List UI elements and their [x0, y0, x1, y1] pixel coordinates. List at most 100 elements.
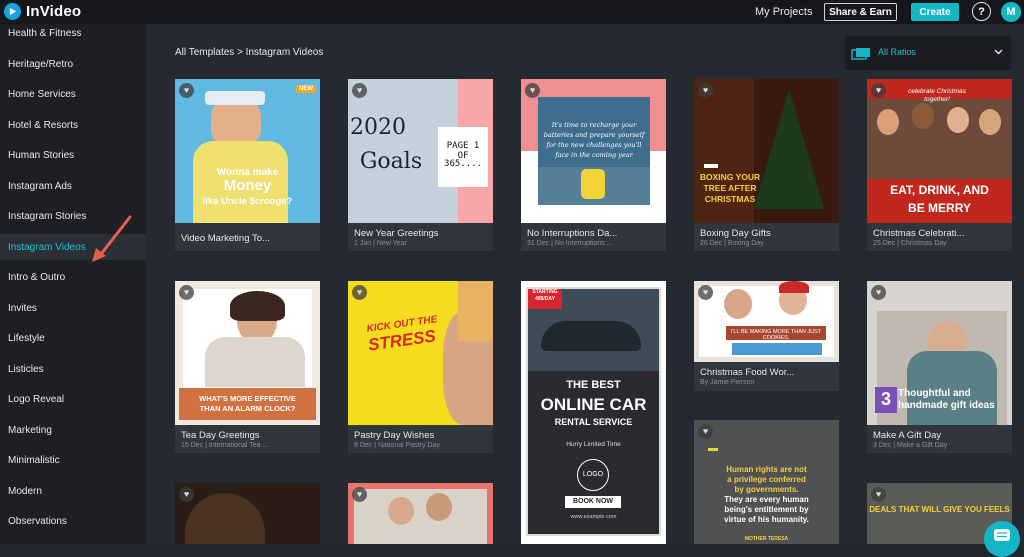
heart-icon[interactable]: ♥ [871, 83, 886, 98]
heart-icon[interactable]: ♥ [525, 83, 540, 98]
sidebar-item-marketing[interactable]: Marketing [0, 417, 146, 443]
app-name: InVideo [26, 3, 82, 20]
help-icon[interactable]: ? [972, 2, 991, 21]
template-card-boxing-day[interactable]: BOXING YOUR TREE AFTER CHRISTMAS ♥ Boxin… [694, 79, 839, 251]
template-card-make-a-gift[interactable]: 3 Thoughtful and handmade gift ideas ♥ M… [867, 281, 1012, 453]
heart-icon[interactable]: ♥ [698, 285, 713, 300]
sidebar-item-logo-reveal[interactable]: Logo Reveal [0, 386, 146, 412]
card-thumbnail: 3 Thoughtful and handmade gift ideas [867, 281, 1012, 425]
card-overlay-line: a privilege conferred [727, 475, 806, 484]
template-card-tea-day[interactable]: WHAT'S MORE EFFECTIVE THAN AN ALARM CLOC… [175, 281, 320, 453]
template-card-christmas[interactable]: celebrate Christmas together! EAT, DRINK… [867, 79, 1012, 251]
card-overlay-line: STARTING [532, 289, 558, 295]
card-overlay-line: www.example.com [570, 514, 617, 520]
sidebar-item-health-fitness[interactable]: Health & Fitness [0, 20, 146, 46]
card-subtitle: 3 Dec | Make a Gift Day [873, 442, 948, 449]
template-card-video-marketing[interactable]: Wonna make Money like Uncle $croogе? NEW… [175, 79, 320, 251]
card-subtitle: 26 Dec | Boxing Day [700, 240, 764, 247]
template-card-car-rental[interactable]: STARTING 49$/DAY THE BEST ONLINE CAR REN… [521, 281, 666, 544]
ratio-filter-dropdown[interactable]: All Ratios [845, 36, 1011, 70]
card-overlay-line: WHAT'S MORE EFFECTIVE [199, 394, 296, 403]
template-card-new-year[interactable]: 2020 Goals PAGE 1 OF 365.... ♥ New Year … [348, 79, 493, 251]
category-sidebar: Health & Fitness Heritage/Retro Home Ser… [0, 24, 146, 544]
template-card-christmas-food[interactable]: I'LL BE MAKING MORE THAN JUST COOKIES. ♥… [694, 281, 839, 391]
top-bar: InVideo My Projects Share & Earn Create … [0, 0, 1024, 24]
card-overlay-line: CHRISTMAS [704, 194, 756, 204]
card-overlay-line: RENTAL SERVICE [554, 417, 633, 427]
card-overlay-line: Thoughtful and [898, 388, 971, 399]
card-overlay-line: 365.... [444, 159, 482, 169]
my-projects-link[interactable]: My Projects [755, 6, 812, 18]
sidebar-item-heritage-retro[interactable]: Heritage/Retro [0, 51, 146, 77]
card-thumbnail: KICK OUT THE STRESS [348, 281, 493, 425]
card-overlay-line: THAN AN ALARM CLOCK? [199, 404, 296, 413]
card-overlay-line: like Uncle $croogе? [202, 196, 293, 207]
card-subtitle: 9 Dec | National Pastry Day [354, 442, 440, 449]
template-card-human-rights-quote[interactable]: Human rights are not a privilege conferr… [694, 420, 839, 544]
heart-icon[interactable]: ♥ [871, 487, 886, 502]
card-overlay-line: DEALS THAT WILL GIVE YOU FEELS [869, 505, 1010, 514]
card-overlay-line: 49$/DAY [535, 296, 555, 302]
card-overlay-line: handmade gift ideas [898, 400, 995, 411]
sidebar-item-hotel-resorts[interactable]: Hotel & Resorts [0, 112, 146, 138]
card-overlay-line: BOOK NOW [572, 498, 614, 505]
heart-icon[interactable]: ♥ [352, 83, 367, 98]
sidebar-item-observations[interactable]: Observations [0, 508, 146, 534]
card-subtitle: 31 Dec | No Interruptions ... [527, 240, 613, 247]
sidebar-item-home-services[interactable]: Home Services [0, 81, 146, 107]
avatar[interactable]: M [1001, 2, 1021, 22]
card-thumbnail: Wonna make Money like Uncle $croogе? NEW [175, 79, 320, 223]
create-button[interactable]: Create [911, 3, 959, 21]
template-card-dark-bottom[interactable]: ♥ [175, 483, 320, 544]
card-thumbnail: BOXING YOUR TREE AFTER CHRISTMAS [694, 79, 839, 223]
sidebar-item-instagram-ads[interactable]: Instagram Ads [0, 173, 146, 199]
heart-icon[interactable]: ♥ [698, 83, 713, 98]
card-title: Make A Gift Day [873, 430, 942, 441]
new-badge: NEW [296, 85, 316, 93]
template-card-family-bottom[interactable]: ♥ [348, 483, 493, 544]
heart-icon[interactable]: ♥ [352, 487, 367, 502]
sidebar-item-lifestyle[interactable]: Lifestyle [0, 325, 146, 351]
heart-icon[interactable]: ♥ [698, 424, 713, 439]
card-overlay-line: Hurry Limited Time [566, 441, 621, 448]
app-logo[interactable]: InVideo [4, 3, 81, 20]
sidebar-item-listicles[interactable]: Listicles [0, 356, 146, 382]
card-subtitle: 15 Dec | International Tea ... [181, 442, 269, 449]
share-earn-button[interactable]: Share & Earn [824, 3, 897, 21]
card-overlay-line: LOGO [582, 471, 604, 478]
card-overlay-line: BOXING YOUR [699, 172, 761, 182]
aspect-ratio-icon [851, 48, 870, 60]
card-overlay-line: I'LL BE MAKING MORE THAN JUST COOKIES. [730, 329, 822, 341]
card-thumbnail: WHAT'S MORE EFFECTIVE THAN AN ALARM CLOC… [175, 281, 320, 425]
sidebar-item-intro-outro[interactable]: Intro & Outro [0, 264, 146, 290]
card-title: Pastry Day Wishes [354, 430, 435, 441]
card-thumbnail [348, 483, 493, 544]
template-card-pastry-day[interactable]: KICK OUT THE STRESS ♥ Pastry Day Wishes … [348, 281, 493, 453]
heart-icon[interactable]: ♥ [179, 487, 194, 502]
card-title: Christmas Food Wor... [700, 367, 795, 378]
sidebar-item-minimalistic[interactable]: Minimalistic [0, 447, 146, 473]
card-overlay-line: PAGE 1 OF [446, 141, 480, 161]
card-overlay-line: for the new challenges you'll [546, 141, 642, 149]
card-title: No Interruptions Da... [527, 228, 618, 239]
card-overlay-line: THE BEST [566, 379, 621, 391]
sidebar-item-modern[interactable]: Modern [0, 478, 146, 504]
sidebar-item-human-stories[interactable]: Human Stories [0, 142, 146, 168]
heart-icon[interactable]: ♥ [179, 285, 194, 300]
card-overlay-line: They are every human [724, 495, 809, 504]
chat-icon[interactable] [984, 521, 1020, 557]
card-title: Tea Day Greetings [181, 430, 260, 441]
card-overlay-line: batteries and prepare yourself [543, 131, 645, 139]
card-title: Video Marketing To... [181, 233, 270, 244]
card-title: Boxing Day Gifts [700, 228, 771, 239]
breadcrumb[interactable]: All Templates > Instagram Videos [175, 47, 323, 58]
heart-icon[interactable]: ♥ [179, 83, 194, 98]
card-overlay-line: 2020 [350, 115, 406, 140]
template-card-no-interruptions[interactable]: It's time to recharge your batteries and… [521, 79, 666, 251]
sidebar-item-invites[interactable]: Invites [0, 295, 146, 321]
play-icon [4, 3, 21, 20]
heart-icon[interactable]: ♥ [352, 285, 367, 300]
heart-icon[interactable]: ♥ [871, 285, 886, 300]
card-thumbnail: celebrate Christmas together! EAT, DRINK… [867, 79, 1012, 223]
card-thumbnail: Human rights are not a privilege conferr… [694, 420, 839, 544]
